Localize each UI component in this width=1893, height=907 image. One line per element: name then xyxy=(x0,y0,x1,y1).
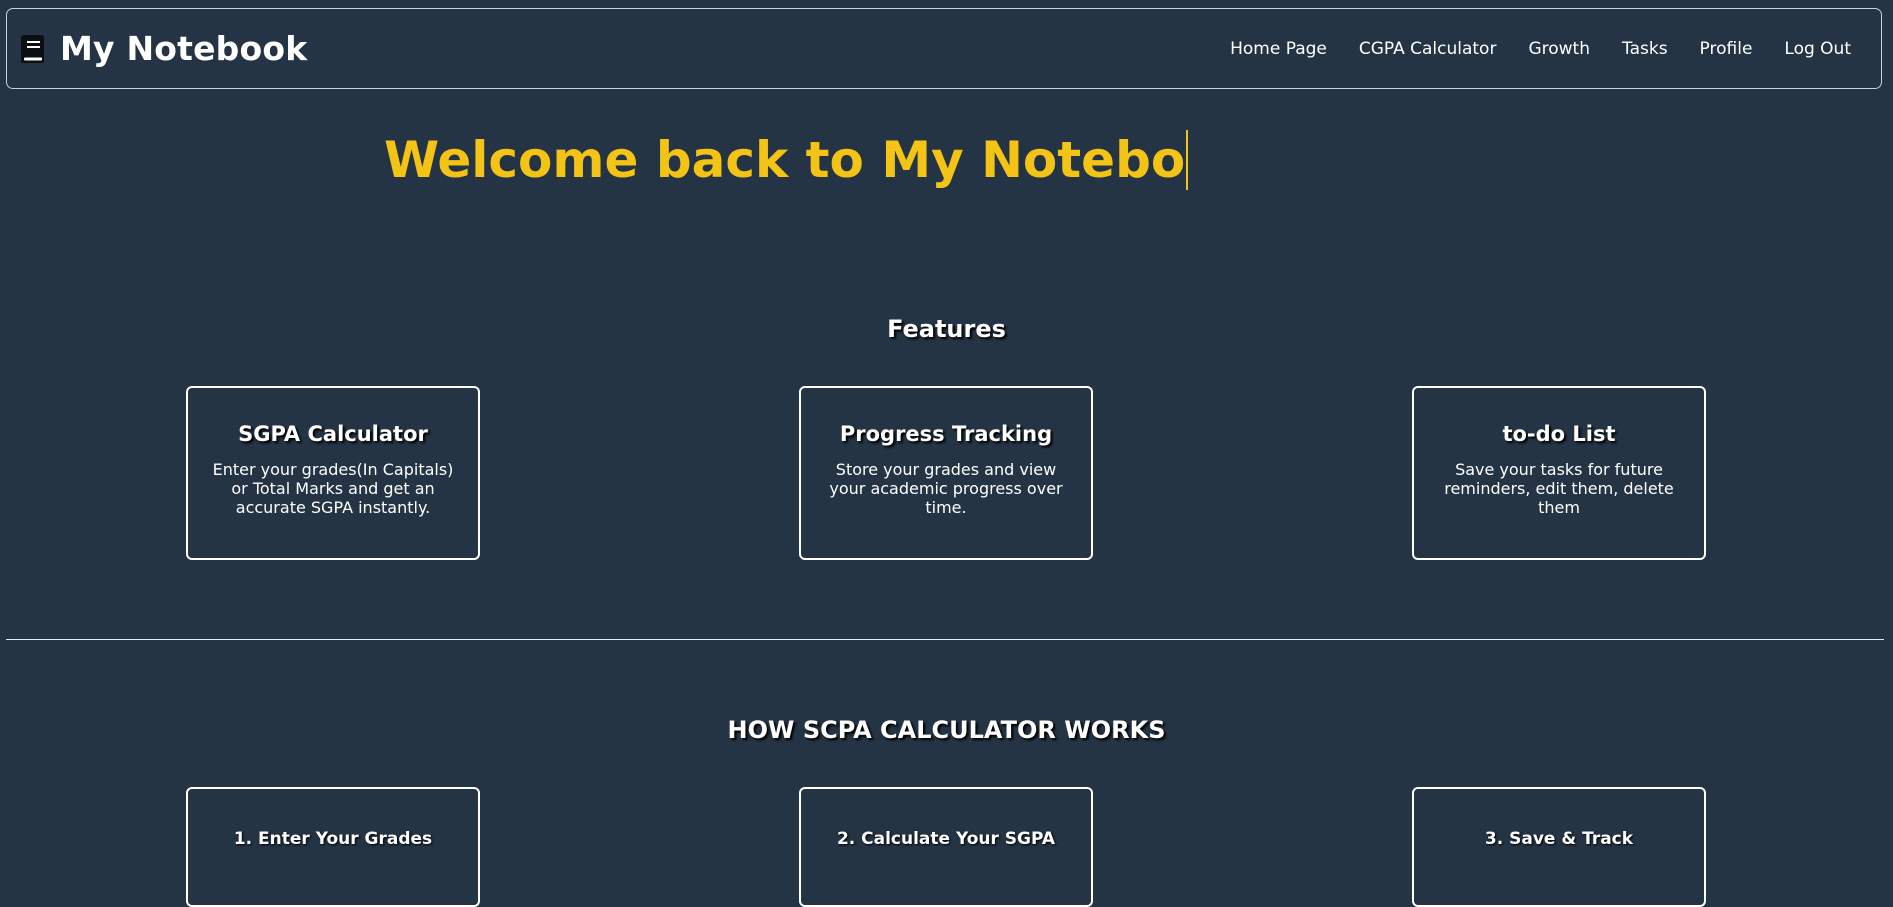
welcome-heading: Welcome back to My Notebo xyxy=(384,130,1189,190)
how-it-works-title: HOW SCPA CALCULATOR WORKS xyxy=(727,716,1166,744)
section-divider xyxy=(6,639,1884,640)
feature-card-to-do-list: to-do List Save your tasks for future re… xyxy=(1412,386,1706,560)
feature-card-text: Save your tasks for future reminders, ed… xyxy=(1444,460,1674,517)
features-title: Features xyxy=(887,315,1006,343)
nav-links: Home Page CGPA Calculator Growth Tasks P… xyxy=(1198,9,1851,88)
step-card-enter-grades: 1. Enter Your Grades xyxy=(186,787,480,907)
feature-card-sgpa-calculator: SGPA Calculator Enter your grades(In Cap… xyxy=(186,386,480,560)
feature-card-title: SGPA Calculator xyxy=(238,422,428,446)
step-card-calculate-sgpa: 2. Calculate Your SGPA xyxy=(799,787,1093,907)
step-card-title: 3. Save & Track xyxy=(1484,829,1634,849)
feature-card-text: Store your grades and view your academic… xyxy=(829,460,1063,517)
nav-link-log-out[interactable]: Log Out xyxy=(1784,39,1851,59)
nav-link-tasks[interactable]: Tasks xyxy=(1622,39,1668,59)
nav-link-home-page[interactable]: Home Page xyxy=(1230,39,1327,59)
brand-title: My Notebook xyxy=(60,29,308,68)
brand[interactable]: My Notebook xyxy=(20,29,307,68)
feature-card-text: Enter your grades(In Capitals) or Total … xyxy=(212,460,454,517)
step-card-title: 1. Enter Your Grades xyxy=(233,829,433,849)
feature-card-progress-tracking: Progress Tracking Store your grades and … xyxy=(799,386,1093,560)
book-icon xyxy=(20,34,46,64)
nav-link-cgpa-calculator[interactable]: CGPA Calculator xyxy=(1359,39,1497,59)
step-card-save-track: 3. Save & Track xyxy=(1412,787,1706,907)
step-card-title: 2. Calculate Your SGPA xyxy=(836,829,1056,849)
welcome-typed-text: Welcome back to My Notebo xyxy=(384,131,1186,189)
navbar: My Notebook Home Page CGPA Calculator Gr… xyxy=(6,8,1882,89)
nav-link-growth[interactable]: Growth xyxy=(1528,39,1590,59)
feature-card-title: Progress Tracking xyxy=(839,422,1053,446)
nav-link-profile[interactable]: Profile xyxy=(1700,39,1753,59)
feature-card-title: to-do List xyxy=(1502,422,1616,446)
typing-caret xyxy=(1186,130,1189,190)
